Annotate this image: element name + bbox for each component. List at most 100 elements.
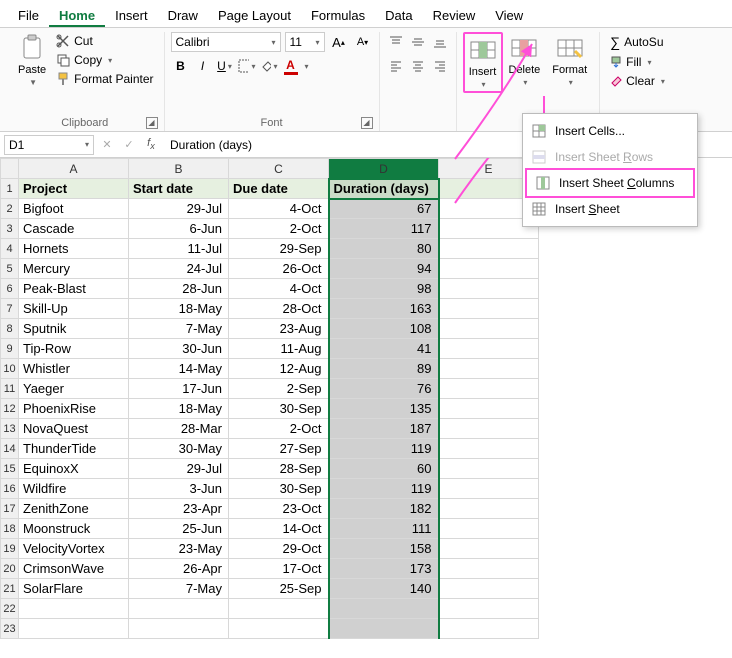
cell[interactable]: Project — [19, 179, 129, 199]
cell[interactable]: 11-Aug — [229, 339, 329, 359]
cell[interactable]: Bigfoot — [19, 199, 129, 219]
insert-button[interactable]: Insert ▾ — [463, 32, 503, 93]
border-button[interactable]: ▾ — [237, 56, 257, 76]
cell[interactable]: Start date — [129, 179, 229, 199]
row-header[interactable]: 7 — [1, 299, 19, 319]
cell[interactable] — [439, 359, 539, 379]
cell[interactable] — [439, 459, 539, 479]
cell[interactable]: 28-Oct — [229, 299, 329, 319]
cell[interactable] — [439, 599, 539, 619]
cell[interactable] — [439, 619, 539, 639]
format-painter-button[interactable]: Format Painter — [52, 70, 157, 88]
paste-button[interactable]: Paste ▼ — [12, 32, 52, 89]
menu-tab-draw[interactable]: Draw — [158, 4, 208, 27]
align-bottom-icon[interactable] — [430, 32, 450, 52]
cell[interactable]: Whistler — [19, 359, 129, 379]
cell[interactable]: Sputnik — [19, 319, 129, 339]
cell[interactable]: NovaQuest — [19, 419, 129, 439]
cell[interactable]: 26-Apr — [129, 559, 229, 579]
cell[interactable] — [439, 259, 539, 279]
cell[interactable]: CrimsonWave — [19, 559, 129, 579]
column-header-D[interactable]: D — [329, 159, 439, 179]
cell[interactable]: 24-Jul — [129, 259, 229, 279]
clear-button[interactable]: Clear▾ — [606, 72, 669, 90]
copy-button[interactable]: Copy ▾ — [52, 51, 157, 69]
menu-tab-insert[interactable]: Insert — [105, 4, 158, 27]
cell[interactable]: 26-Oct — [229, 259, 329, 279]
cell[interactable]: 18-May — [129, 399, 229, 419]
cell[interactable]: 29-Oct — [229, 539, 329, 559]
cell[interactable]: 111 — [329, 519, 439, 539]
cell[interactable] — [439, 399, 539, 419]
font-size-combo[interactable]: 11▾ — [285, 32, 325, 52]
cell[interactable]: Tip-Row — [19, 339, 129, 359]
cell[interactable]: 18-May — [129, 299, 229, 319]
row-header[interactable]: 14 — [1, 439, 19, 459]
row-header[interactable]: 20 — [1, 559, 19, 579]
cell[interactable]: 3-Jun — [129, 479, 229, 499]
align-middle-icon[interactable] — [408, 32, 428, 52]
cell[interactable]: 7-May — [129, 579, 229, 599]
cell[interactable] — [19, 619, 129, 639]
cell[interactable]: 17-Jun — [129, 379, 229, 399]
cell[interactable]: 23-Aug — [229, 319, 329, 339]
cell[interactable]: 17-Oct — [229, 559, 329, 579]
cell[interactable]: 76 — [329, 379, 439, 399]
cell[interactable]: 29-Sep — [229, 239, 329, 259]
cell[interactable]: 23-May — [129, 539, 229, 559]
align-top-icon[interactable] — [386, 32, 406, 52]
row-header[interactable]: 12 — [1, 399, 19, 419]
row-header[interactable]: 22 — [1, 599, 19, 619]
menu-tab-review[interactable]: Review — [423, 4, 486, 27]
cell[interactable]: 30-Sep — [229, 399, 329, 419]
cell[interactable]: 11-Jul — [129, 239, 229, 259]
select-all-corner[interactable] — [1, 159, 19, 179]
cell[interactable]: 27-Sep — [229, 439, 329, 459]
menu-tab-view[interactable]: View — [485, 4, 533, 27]
cell[interactable]: 135 — [329, 399, 439, 419]
cell[interactable]: 119 — [329, 479, 439, 499]
cell[interactable]: 60 — [329, 459, 439, 479]
row-header[interactable]: 3 — [1, 219, 19, 239]
cell[interactable] — [439, 559, 539, 579]
cell[interactable]: 29-Jul — [129, 199, 229, 219]
row-header[interactable]: 18 — [1, 519, 19, 539]
row-header[interactable]: 17 — [1, 499, 19, 519]
cell[interactable]: 23-Apr — [129, 499, 229, 519]
row-header[interactable]: 21 — [1, 579, 19, 599]
row-header[interactable]: 11 — [1, 379, 19, 399]
delete-button[interactable]: Delete ▾ — [503, 32, 547, 89]
fx-icon[interactable]: fx — [142, 136, 160, 154]
cell[interactable]: EquinoxX — [19, 459, 129, 479]
align-left-icon[interactable] — [386, 56, 406, 76]
cell[interactable] — [229, 599, 329, 619]
cancel-icon[interactable]: ✕ — [98, 136, 116, 154]
cell[interactable]: 80 — [329, 239, 439, 259]
cell[interactable]: 108 — [329, 319, 439, 339]
italic-button[interactable]: I — [193, 56, 213, 76]
row-header[interactable]: 8 — [1, 319, 19, 339]
cell[interactable]: 6-Jun — [129, 219, 229, 239]
cell[interactable] — [129, 619, 229, 639]
font-name-combo[interactable]: Calibri▾ — [171, 32, 281, 52]
decrease-font-icon[interactable]: A▾ — [353, 32, 373, 52]
cell[interactable]: Cascade — [19, 219, 129, 239]
dialog-launcher-icon[interactable]: ◢ — [361, 117, 373, 129]
underline-button[interactable]: U▾ — [215, 56, 235, 76]
cell[interactable] — [439, 479, 539, 499]
cell[interactable]: 23-Oct — [229, 499, 329, 519]
cell[interactable]: SolarFlare — [19, 579, 129, 599]
cell[interactable] — [439, 299, 539, 319]
cell[interactable]: 12-Aug — [229, 359, 329, 379]
dialog-launcher-icon[interactable]: ◢ — [146, 117, 158, 129]
cell[interactable]: 119 — [329, 439, 439, 459]
increase-font-icon[interactable]: A▴ — [329, 32, 349, 52]
cell[interactable]: Hornets — [19, 239, 129, 259]
fill-color-button[interactable]: ▾ — [259, 56, 279, 76]
cell[interactable]: 163 — [329, 299, 439, 319]
cell[interactable]: 30-Sep — [229, 479, 329, 499]
menu-tab-file[interactable]: File — [8, 4, 49, 27]
cell[interactable] — [439, 539, 539, 559]
cell[interactable]: Due date — [229, 179, 329, 199]
cell[interactable]: PhoenixRise — [19, 399, 129, 419]
